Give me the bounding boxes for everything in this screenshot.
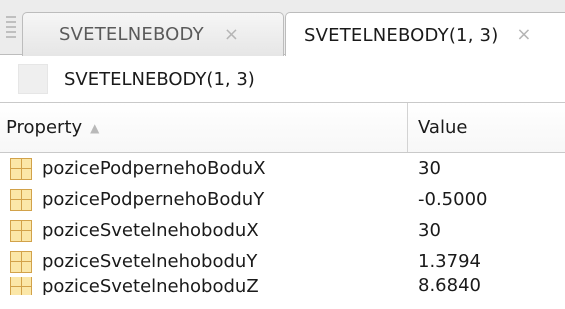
grid-property-icon [10, 219, 32, 242]
tab-svetelnebody[interactable]: SVETELNEBODY × [22, 12, 284, 56]
close-icon[interactable]: × [516, 26, 531, 44]
grid-property-icon [10, 157, 32, 180]
variable-name: SVETELNEBODY(1, 3) [64, 68, 255, 90]
property-cell: poziceSvetelnehoboduX [0, 219, 408, 242]
value-cell[interactable]: 1.3794 [408, 251, 565, 272]
value-cell[interactable]: 8.6840 [408, 277, 565, 295]
property-name: pozicePodpernehoBoduX [42, 158, 266, 179]
table-row[interactable]: poziceSvetelnehoboduY 1.3794 [0, 246, 565, 277]
column-header-label: Property [6, 117, 83, 138]
property-cell: poziceSvetelnehoboduZ [0, 277, 408, 295]
grid-property-icon [10, 250, 32, 273]
tab-label: SVETELNEBODY(1, 3) [304, 24, 499, 46]
table-row[interactable]: poziceSvetelnehoboduZ 8.6840 [0, 277, 565, 295]
property-name: poziceSvetelnehoboduX [42, 220, 259, 241]
grid-property-icon [10, 188, 32, 211]
table-row[interactable]: pozicePodpernehoBoduY -0.5000 [0, 184, 565, 215]
table-row[interactable]: pozicePodpernehoBoduX 30 [0, 153, 565, 184]
property-table: Property ▲ Value pozicePodpernehoBoduX 3… [0, 102, 565, 309]
sort-ascending-icon: ▲ [90, 120, 100, 135]
value-cell[interactable]: 30 [408, 220, 565, 241]
table-row[interactable]: poziceSvetelnehoboduX 30 [0, 215, 565, 246]
property-cell: poziceSvetelnehoboduY [0, 250, 408, 273]
drag-grip-icon[interactable] [6, 16, 16, 40]
property-cell: pozicePodpernehoBoduY [0, 188, 408, 211]
tab-svetelnebody-1-3[interactable]: SVETELNEBODY(1, 3) × [285, 12, 565, 57]
grid-property-icon [10, 277, 32, 295]
tab-label: SVETELNEBODY [59, 24, 204, 45]
column-header-property[interactable]: Property ▲ [0, 103, 408, 152]
variable-icon [18, 64, 48, 94]
tab-strip: SVETELNEBODY × SVETELNEBODY(1, 3) × [0, 0, 565, 57]
property-name: poziceSvetelnehoboduY [42, 251, 258, 272]
close-icon[interactable]: × [224, 25, 239, 44]
value-cell[interactable]: 30 [408, 158, 565, 179]
value-cell[interactable]: -0.5000 [408, 189, 565, 210]
property-name: poziceSvetelnehoboduZ [42, 277, 259, 295]
property-name: pozicePodpernehoBoduY [42, 189, 265, 210]
table-header: Property ▲ Value [0, 103, 565, 153]
column-header-label: Value [418, 117, 468, 138]
variable-inspector: SVETELNEBODY × SVETELNEBODY(1, 3) × SVET… [0, 0, 565, 309]
property-cell: pozicePodpernehoBoduX [0, 157, 408, 180]
column-header-value[interactable]: Value [408, 103, 565, 152]
variable-header: SVETELNEBODY(1, 3) [0, 56, 565, 102]
